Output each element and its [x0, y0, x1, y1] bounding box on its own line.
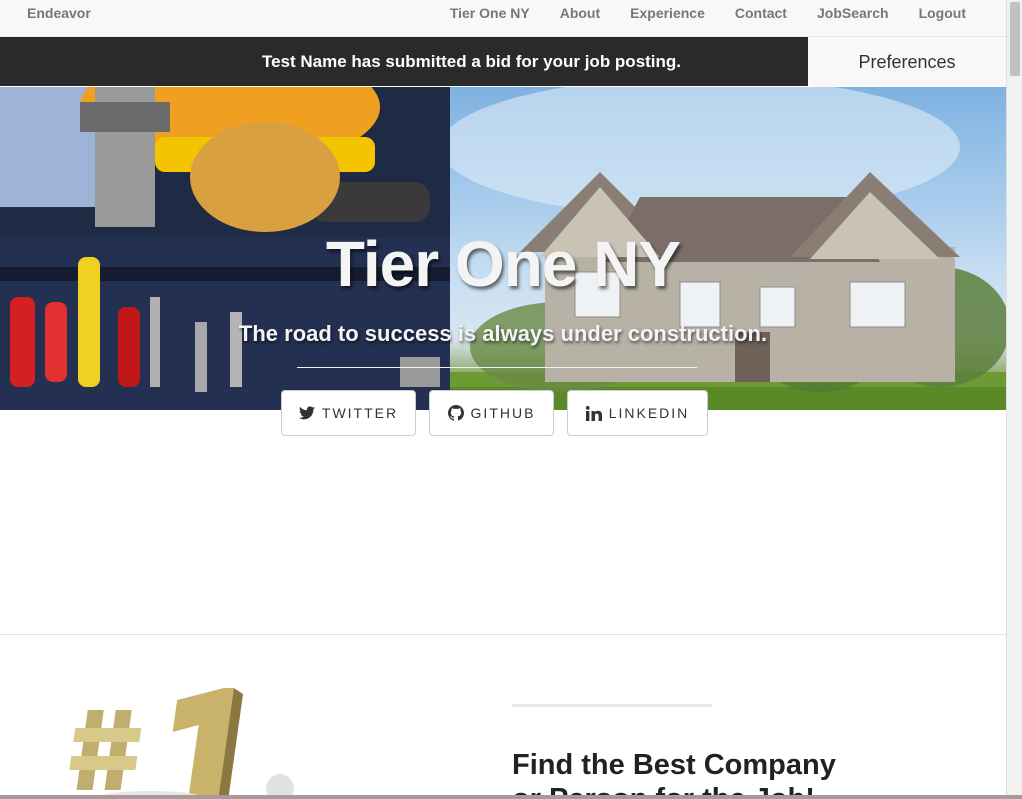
nav-link-logout[interactable]: Logout — [904, 5, 966, 21]
brand-link[interactable]: Endeavor — [27, 5, 91, 21]
twitter-button[interactable]: TWITTER — [281, 390, 416, 436]
linkedin-icon — [585, 405, 602, 421]
scrollbar-thumb[interactable] — [1010, 2, 1020, 76]
hero-title: Tier One NY — [325, 228, 681, 300]
linkedin-label: LINKEDIN — [608, 405, 690, 421]
nav-link-tier-one-ny[interactable]: Tier One NY — [435, 5, 545, 21]
github-label: GITHUB — [470, 405, 536, 421]
vertical-scrollbar[interactable] — [1006, 0, 1022, 799]
social-buttons: TWITTER GITHUB LINKEDIN — [281, 390, 708, 436]
hero-divider — [297, 367, 697, 368]
preferences-button[interactable]: Preferences — [808, 37, 1006, 87]
section-divider — [0, 634, 1006, 635]
nav-link-experience[interactable]: Experience — [615, 5, 720, 21]
nav-link-contact[interactable]: Contact — [720, 5, 802, 21]
section-rule — [512, 704, 712, 707]
top-navbar: Endeavor Tier One NY About Experience Co… — [0, 0, 1006, 37]
hero-banner: Tier One NY The road to success is alway… — [0, 87, 1006, 410]
twitter-label: TWITTER — [321, 405, 399, 421]
number-one-graphic — [30, 680, 330, 799]
section-heading: Find the Best Company or Person for the … — [512, 749, 836, 799]
nav-links: Tier One NY About Experience Contact Job… — [435, 5, 966, 21]
notification-message[interactable]: Test Name has submitted a bid for your j… — [0, 37, 808, 86]
github-button[interactable]: GITHUB — [429, 390, 554, 436]
bottom-edge-strip — [0, 795, 1022, 799]
hero-subtitle: The road to success is always under cons… — [238, 321, 768, 346]
bid-notification-bar: Test Name has submitted a bid for your j… — [0, 37, 808, 86]
github-icon — [447, 405, 464, 421]
twitter-icon — [298, 406, 315, 420]
nav-link-jobsearch[interactable]: JobSearch — [802, 5, 904, 21]
linkedin-button[interactable]: LINKEDIN — [567, 390, 708, 436]
number-one-image — [30, 680, 330, 799]
page: Endeavor Tier One NY About Experience Co… — [0, 0, 1006, 799]
nav-link-about[interactable]: About — [545, 5, 615, 21]
